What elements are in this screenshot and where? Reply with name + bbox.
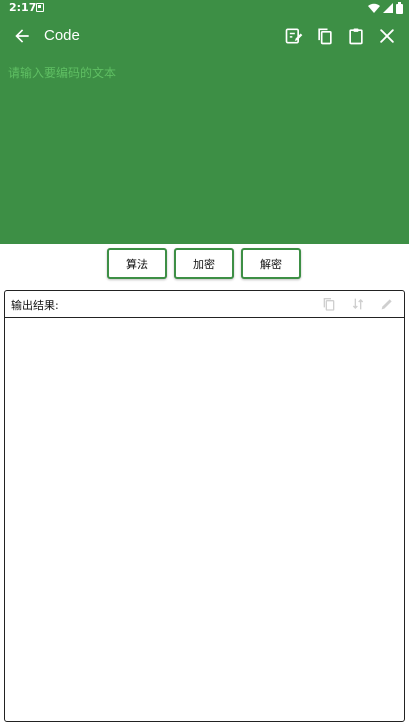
app-title: Code — [44, 27, 80, 44]
output-label: 输出结果: — [11, 299, 59, 312]
signal-icon — [383, 3, 393, 13]
notification-icon — [36, 3, 44, 12]
pencil-icon[interactable] — [379, 296, 395, 312]
copy-icon[interactable] — [315, 26, 335, 46]
swap-vertical-icon[interactable] — [350, 296, 366, 312]
output-copy-icon[interactable] — [321, 296, 337, 312]
back-arrow-icon[interactable] — [12, 26, 32, 46]
output-header: 输出结果: — [5, 291, 404, 318]
operation-button-row: 算法 加密 解密 — [0, 247, 409, 281]
status-time: 2:17 — [9, 1, 37, 14]
status-icons — [368, 2, 403, 14]
encrypt-button[interactable]: 加密 — [174, 248, 234, 279]
algorithm-button[interactable]: 算法 — [107, 248, 167, 279]
status-bar: 2:17 — [0, 0, 409, 16]
decrypt-button[interactable]: 解密 — [241, 248, 301, 279]
battery-icon — [396, 2, 403, 14]
header-panel: 2:17 Code — [0, 0, 409, 244]
close-icon[interactable] — [377, 26, 397, 46]
app-bar: Code — [0, 18, 409, 54]
edit-note-icon[interactable] — [284, 26, 304, 46]
encode-text-input[interactable] — [0, 60, 409, 240]
clipboard-icon[interactable] — [346, 26, 366, 46]
output-panel: 输出结果: — [4, 290, 405, 722]
output-text-area[interactable] — [5, 319, 404, 719]
wifi-icon — [368, 3, 380, 13]
